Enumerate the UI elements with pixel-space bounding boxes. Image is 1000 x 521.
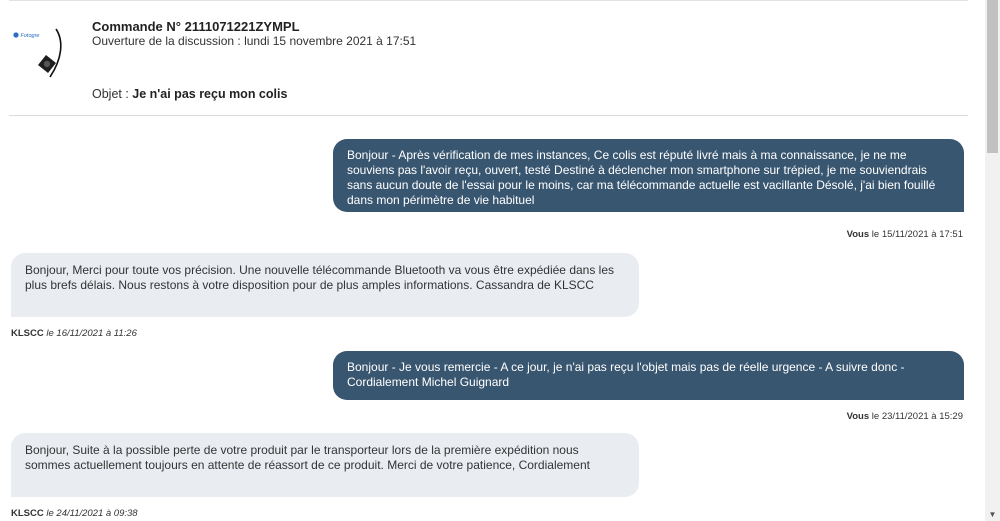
subject-label: Objet : <box>92 87 133 101</box>
subject-value: Je n'ai pas reçu mon colis <box>132 87 288 101</box>
message-bubble-incoming: Bonjour, Suite à la possible perte de vo… <box>11 433 639 497</box>
message-author: KLSCC <box>11 328 44 339</box>
message-meta: Vous le 15/11/2021 à 17:51 <box>847 229 963 240</box>
message-bubble-incoming: Bonjour, Merci pour toute vos précision.… <box>11 253 639 317</box>
conversation-header: Fotogre Commande N° 2111071221ZYMPL Ouve… <box>9 0 968 116</box>
message-text: Bonjour - Après vérification de mes inst… <box>347 148 936 207</box>
message-meta: KLSCC le 16/11/2021 à 11:26 <box>11 328 137 339</box>
product-brand: Fotogre <box>21 33 40 39</box>
message-date: le 16/11/2021 à 11:26 <box>43 328 137 339</box>
subject-line: Objet : Je n'ai pas reçu mon colis <box>92 87 287 101</box>
conversation-page: Fotogre Commande N° 2111071221ZYMPL Ouve… <box>0 0 985 521</box>
message-text: Bonjour - Je vous remercie - A ce jour, … <box>347 360 905 389</box>
remote-control-image: Fotogre <box>13 28 62 78</box>
message-text: Bonjour, Merci pour toute vos précision.… <box>25 263 615 292</box>
message-meta: Vous le 23/11/2021 à 15:29 <box>847 411 963 422</box>
message-date: le 15/11/2021 à 17:51 <box>869 229 963 240</box>
message-bubble-outgoing: Bonjour - Après vérification de mes inst… <box>333 139 964 212</box>
message-author: Vous <box>846 229 870 240</box>
message-bubble-outgoing: Bonjour - Je vous remercie - A ce jour, … <box>333 351 964 400</box>
product-thumbnail[interactable]: Fotogre <box>12 15 74 83</box>
message-meta: KLSCC le 24/11/2021 à 09:38 <box>11 508 138 519</box>
message-date: le 23/11/2021 à 15:29 <box>869 411 963 422</box>
message-author: KLSCC <box>11 508 44 519</box>
message-text: Bonjour, Suite à la possible perte de vo… <box>25 443 590 472</box>
message-author: Vous <box>846 411 870 422</box>
discussion-open-date: Ouverture de la discussion : lundi 15 no… <box>92 34 417 48</box>
scrollbar-thumb[interactable] <box>987 0 998 153</box>
order-title: Commande N° 2111071221ZYMPL <box>92 19 300 34</box>
chevron-down-icon[interactable]: ▼ <box>988 510 997 519</box>
message-date: le 24/11/2021 à 09:38 <box>43 508 138 519</box>
